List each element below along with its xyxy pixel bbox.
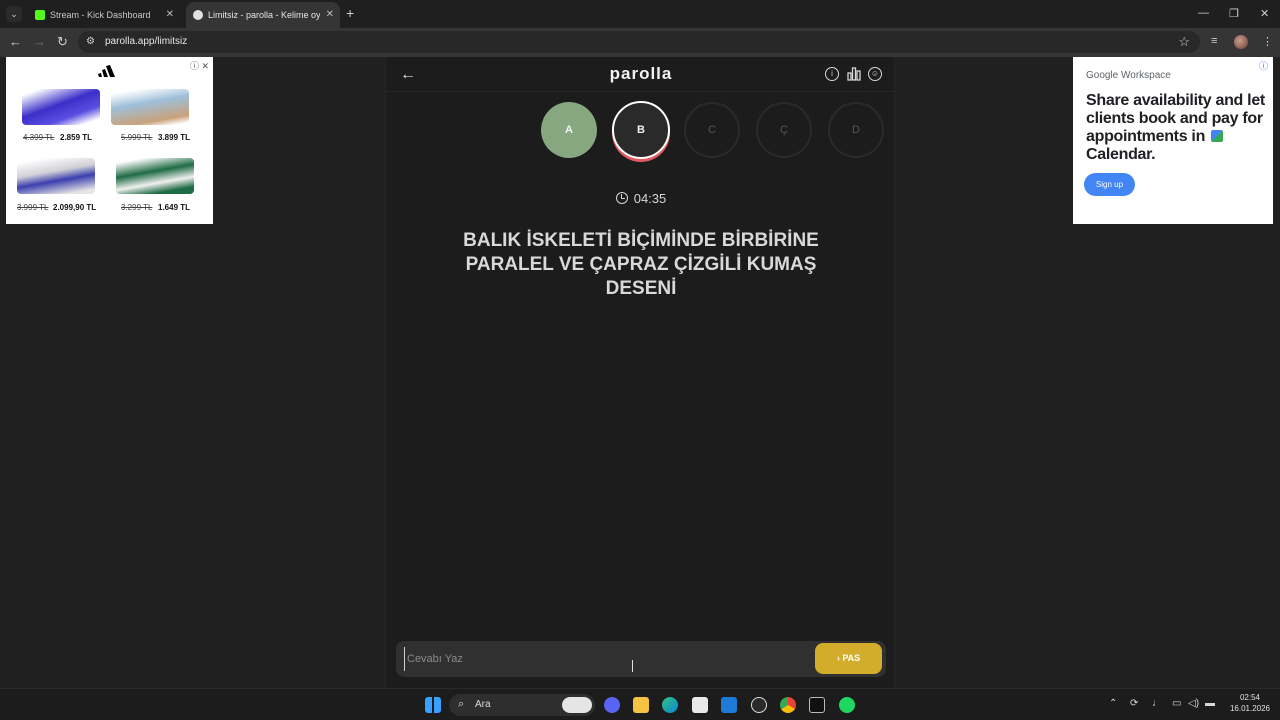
spotify-icon[interactable] bbox=[839, 697, 855, 713]
store-icon[interactable] bbox=[692, 697, 708, 713]
question-text: BALIK İSKELETİ BİÇİMİNDE BİRBİRİNE PARAL… bbox=[463, 230, 819, 299]
page-title: parolla bbox=[609, 64, 673, 83]
letter-bubble-d: D bbox=[828, 102, 884, 158]
address-url[interactable]: parolla.app/limitsiz bbox=[105, 36, 187, 47]
sync-icon[interactable]: ⟳ bbox=[1130, 698, 1138, 709]
tab-close-icon[interactable]: ✕ bbox=[326, 2, 334, 28]
product-old-price: 3.999 TL bbox=[17, 203, 49, 212]
product-new-price: 2.099,90 TL bbox=[53, 203, 97, 212]
product-image[interactable] bbox=[17, 158, 95, 194]
avatar[interactable] bbox=[1234, 35, 1248, 49]
chrome-icon[interactable] bbox=[780, 697, 796, 713]
page-content: ⓘ ✕ 4.399 TL 2.859 TL 5.999 TL 3.899 TL … bbox=[0, 57, 1280, 688]
tab-label: Limitsiz - parolla - Kelime oyunu bbox=[208, 10, 320, 20]
parolla-favicon-icon bbox=[193, 10, 203, 20]
countdown-timer: 04:35 bbox=[386, 191, 896, 206]
product-image[interactable] bbox=[116, 158, 194, 194]
product-new-price: 2.859 TL bbox=[60, 133, 93, 142]
taskbar-search-label: Ara bbox=[475, 699, 491, 710]
tab-label: Stream - Kick Dashboard bbox=[50, 10, 151, 20]
adidas-logo-icon bbox=[98, 65, 115, 77]
clock-icon bbox=[615, 192, 628, 204]
discord-icon[interactable] bbox=[604, 697, 620, 713]
forward-icon[interactable]: → bbox=[33, 34, 46, 49]
battery-icon[interactable]: ▬ bbox=[1205, 698, 1215, 709]
product-new-price: 1.649 TL bbox=[158, 203, 191, 212]
answer-input[interactable] bbox=[404, 647, 804, 671]
menu-kebab-icon[interactable]: ⋮ bbox=[1262, 35, 1273, 48]
ad-banner-right[interactable]: ⓘ Google Workspace Share availability an… bbox=[1073, 57, 1273, 224]
sign-up-button[interactable]: Sign up bbox=[1084, 173, 1135, 196]
calendar-icon bbox=[1211, 130, 1224, 142]
product-new-price: 3.899 TL bbox=[158, 133, 191, 142]
clock-time: 02:54 bbox=[1239, 693, 1261, 702]
browser-tab-bar: ⌄ Stream - Kick Dashboard ✕ Limitsiz - p… bbox=[0, 0, 1280, 28]
ad-headline-text: Calendar. bbox=[1086, 146, 1156, 163]
product-old-price: 4.399 TL bbox=[23, 133, 55, 142]
letter-bubble-c: C bbox=[684, 102, 740, 158]
site-info-icon[interactable]: ⚙ bbox=[86, 36, 98, 48]
windows-start-icon[interactable] bbox=[425, 697, 441, 713]
google-workspace-logo: Google Workspace bbox=[1086, 70, 1171, 81]
product-image[interactable] bbox=[111, 89, 189, 125]
mail-icon[interactable] bbox=[721, 697, 737, 713]
header-divider bbox=[386, 91, 896, 92]
tab-close-icon[interactable]: ✕ bbox=[166, 2, 174, 28]
game-panel: ← parolla i ☺ A B C Ç D 04:35 BALIK İSKE… bbox=[385, 57, 896, 688]
chevron-right-icon: › bbox=[836, 653, 840, 663]
product-old-price: 5.999 TL bbox=[121, 133, 153, 142]
file-explorer-icon[interactable] bbox=[633, 697, 649, 713]
product-image[interactable] bbox=[22, 89, 100, 125]
media-control-icon[interactable]: ≡ bbox=[1211, 35, 1217, 47]
letter-bubble-b: B bbox=[612, 101, 670, 159]
profile-icon[interactable]: ☺ bbox=[868, 67, 882, 81]
ad-choices-icon[interactable]: ⓘ ✕ bbox=[190, 59, 209, 72]
search-icon: ⌕ bbox=[458, 698, 465, 710]
product-old-price: 3.299 TL bbox=[121, 203, 153, 212]
text-cursor-icon bbox=[632, 660, 637, 672]
network-icon[interactable]: ▭ bbox=[1172, 698, 1181, 709]
epic-games-icon[interactable] bbox=[809, 697, 825, 713]
stats-icon[interactable] bbox=[847, 67, 861, 81]
pass-label: PAS bbox=[842, 653, 861, 663]
timer-value: 04:35 bbox=[633, 191, 667, 206]
letter-bubble-c-cedilla: Ç bbox=[756, 102, 812, 158]
restore-icon[interactable]: ❐ bbox=[1229, 7, 1239, 20]
letter-bubble-a: A bbox=[541, 102, 597, 158]
bookmark-star-icon[interactable]: ☆ bbox=[1178, 34, 1190, 50]
search-highlight-image bbox=[562, 697, 592, 713]
ad-headline: Share availability and let clients book … bbox=[1086, 92, 1271, 164]
minimize-icon[interactable]: — bbox=[1198, 7, 1209, 19]
new-tab-icon[interactable]: + bbox=[346, 5, 354, 21]
taskbar: ⌕ Ara ⌃ ⟳ ♩ ▭ ◁) ▬ 02:54 16.01.2026 bbox=[0, 688, 1280, 720]
browser-toolbar: ← → ↻ ⚙ parolla.app/limitsiz ☆ ≡ ⋮ bbox=[0, 28, 1280, 57]
taskbar-clock[interactable]: 02:54 16.01.2026 bbox=[1226, 692, 1274, 714]
ad-headline-text: Share availability and let clients book … bbox=[1086, 92, 1265, 145]
back-icon[interactable]: ← bbox=[9, 34, 22, 49]
kick-favicon-icon bbox=[35, 10, 45, 20]
chevron-up-icon[interactable]: ⌃ bbox=[1109, 698, 1117, 709]
pass-button[interactable]: › PAS bbox=[815, 643, 882, 674]
microphone-icon[interactable]: ♩ bbox=[1152, 698, 1162, 709]
ad-banner-left[interactable]: ⓘ ✕ 4.399 TL 2.859 TL 5.999 TL 3.899 TL … bbox=[6, 57, 213, 224]
address-bar[interactable]: ⚙ parolla.app/limitsiz ☆ bbox=[78, 31, 1200, 53]
answer-bar: › PAS bbox=[396, 641, 886, 677]
info-icon[interactable]: i bbox=[825, 67, 839, 81]
reload-icon[interactable]: ↻ bbox=[57, 34, 68, 50]
taskbar-search[interactable]: ⌕ Ara bbox=[449, 694, 595, 716]
steam-icon[interactable] bbox=[751, 697, 767, 713]
clock-date: 16.01.2026 bbox=[1229, 704, 1271, 713]
volume-icon[interactable]: ◁) bbox=[1188, 698, 1199, 709]
edge-icon[interactable] bbox=[662, 697, 678, 713]
tab-kick-dashboard[interactable]: Stream - Kick Dashboard ✕ bbox=[28, 2, 180, 28]
tab-parolla[interactable]: Limitsiz - parolla - Kelime oyunu ✕ bbox=[186, 2, 340, 28]
ad-choices-icon[interactable]: ⓘ bbox=[1259, 59, 1268, 72]
close-window-icon[interactable]: ✕ bbox=[1260, 7, 1269, 20]
tab-search-dropdown[interactable]: ⌄ bbox=[6, 6, 22, 22]
